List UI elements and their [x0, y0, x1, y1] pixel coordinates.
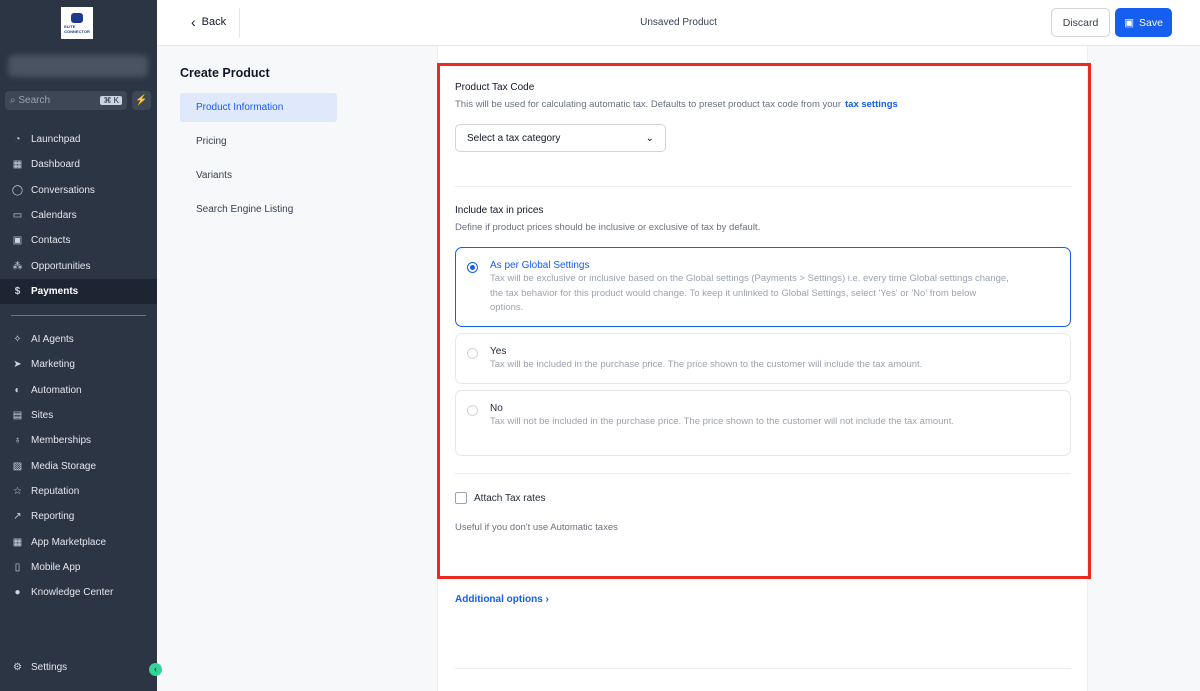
sidebar-item-launchpad[interactable]: ◔ Launchpad [0, 127, 157, 152]
trend-icon: ↗ [13, 511, 22, 523]
tab-product-information[interactable]: Product Information [180, 93, 337, 122]
sidebar-item-knowledge-center[interactable]: ● Knowledge Center [0, 580, 157, 605]
sidebar-item-contacts[interactable]: ▣ Contacts [0, 228, 157, 253]
info-icon: ● [14, 587, 21, 599]
image-icon: ▨ [12, 460, 23, 472]
sites-icon: ▤ [12, 410, 23, 422]
additional-options-link[interactable]: Additional options › [455, 594, 549, 605]
sidebar-item-settings[interactable]: ⚙ Settings [0, 655, 157, 680]
sidebar-item-automation[interactable]: ◐ Automation [0, 378, 157, 403]
grid-icon: ▦ [12, 159, 23, 171]
award-icon: ♁ [13, 435, 22, 447]
sidebar-item-reputation[interactable]: ☆ Reputation [0, 479, 157, 504]
contacts-icon: ▣ [12, 235, 23, 247]
discard-button[interactable]: Discard [1051, 8, 1110, 37]
opportunities-icon: ⁂ [12, 260, 23, 272]
page-title: Unsaved Product [640, 17, 717, 28]
collapse-sidebar-button[interactable]: ‹ [149, 663, 162, 676]
quick-action-button[interactable]: ⚡ [132, 91, 151, 110]
search-input[interactable]: ⌕ Search ⌘ K [5, 91, 127, 110]
sidebar: ELITE CONNECTOR ⌕ Search ⌘ K ⚡ ◔ Launchpad … [0, 0, 162, 691]
section-nav: Create Product Product Information Prici… [180, 66, 337, 229]
sidebar-item-marketing[interactable]: ➤ Marketing [0, 352, 157, 377]
save-icon: ▣ [1124, 16, 1134, 29]
sidebar-divider [11, 315, 146, 316]
sidebar-item-dashboard[interactable]: ▦ Dashboard [0, 152, 157, 177]
sidebar-item-app-marketplace[interactable]: ▦ App Marketplace [0, 529, 157, 554]
sidebar-item-memberships[interactable]: ♁ Memberships [0, 428, 157, 453]
save-button[interactable]: ▣ Save [1115, 8, 1172, 37]
sidebar-item-opportunities[interactable]: ⁂ Opportunities [0, 253, 157, 278]
tab-variants[interactable]: Variants [180, 161, 337, 190]
nav-bottom: ✧ AI Agents ➤ Marketing ◐ Automation ▤ Sites… [0, 327, 157, 605]
sidebar-item-calendars[interactable]: ▭ Calendars [0, 203, 157, 228]
calendar-icon: ▭ [12, 210, 23, 222]
send-icon: ➤ [13, 359, 22, 371]
star-icon: ☆ [13, 485, 22, 497]
chevron-right-icon: › [545, 594, 549, 605]
account-switcher[interactable] [8, 55, 148, 77]
tab-search-engine-listing[interactable]: Search Engine Listing [180, 195, 337, 224]
sidebar-item-payments[interactable]: $ Payments [0, 278, 157, 305]
payments-icon: $ [14, 285, 21, 297]
apps-icon: ▦ [12, 536, 23, 548]
sparkle-icon: ✧ [13, 334, 22, 346]
company-logo[interactable]: ELITE CONNECTOR [61, 7, 93, 39]
rocket-icon: ◔ [14, 134, 21, 146]
chat-icon: ◯ [11, 184, 24, 196]
sidebar-item-ai-agents[interactable]: ✧ AI Agents [0, 327, 157, 352]
top-bar: ‹ Back Unsaved Product Discard ▣ Save [157, 0, 1200, 46]
divider [455, 668, 1071, 669]
mobile-icon: ▯ [14, 561, 21, 573]
highlight-box [437, 63, 1091, 579]
nav-settings: ⚙ Settings [0, 655, 157, 680]
nav-top: ◔ Launchpad ▦ Dashboard ◯ Conversations ▭ Ca… [0, 127, 157, 305]
sidebar-item-mobile-app[interactable]: ▯ Mobile App [0, 555, 157, 580]
gear-icon: ⚙ [13, 662, 22, 674]
sidebar-item-sites[interactable]: ▤ Sites [0, 403, 157, 428]
sidebar-item-reporting[interactable]: ↗ Reporting [0, 504, 157, 529]
search-icon: ⌕ [10, 95, 19, 106]
sidebar-item-media-storage[interactable]: ▨ Media Storage [0, 453, 157, 478]
section-nav-title: Create Product [180, 66, 270, 80]
automation-icon: ◐ [14, 384, 21, 396]
shortcut-badge: ⌘ K [100, 96, 122, 105]
tab-pricing[interactable]: Pricing [180, 127, 337, 156]
sidebar-item-conversations[interactable]: ◯ Conversations [0, 178, 157, 203]
